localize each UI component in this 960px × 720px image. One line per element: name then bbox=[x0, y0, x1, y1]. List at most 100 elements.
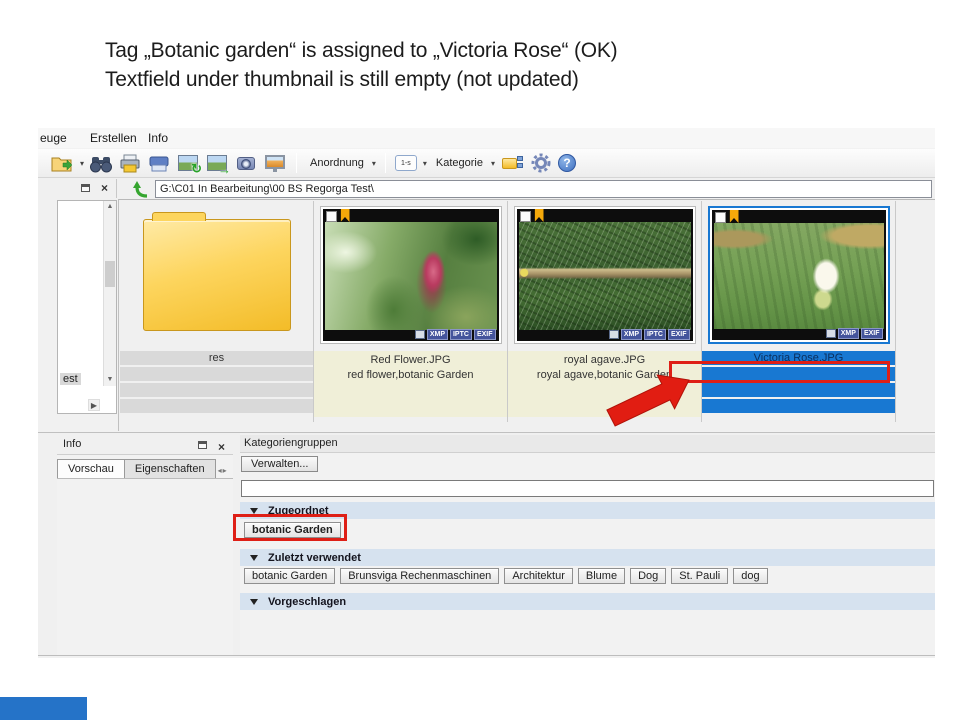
tab-vorschau[interactable]: Vorschau bbox=[57, 459, 125, 478]
export-arrow-glyph: → bbox=[218, 162, 232, 177]
thumbnail-matte: XMP IPTC EXIF bbox=[322, 209, 499, 341]
tree-item-partial[interactable]: est bbox=[60, 373, 81, 385]
tree-vertical-scrollbar[interactable]: ▲ ▼ bbox=[103, 201, 116, 386]
thumbnail-mini-icon bbox=[608, 330, 619, 339]
anordnung-dropdown-label[interactable]: Anordnung bbox=[310, 157, 364, 169]
thumbnail-frame-selected: XMP EXIF bbox=[707, 206, 890, 344]
settings-gear-icon[interactable] bbox=[529, 152, 553, 174]
camera-import-icon[interactable] bbox=[234, 152, 258, 174]
thumbnail-cell-red-flower[interactable]: XMP IPTC EXIF Red Flower.JPG red flower,… bbox=[314, 201, 508, 422]
thumbnail-cell-res[interactable]: res bbox=[120, 201, 314, 422]
kategorie-dropdown-label[interactable]: Kategorie bbox=[436, 157, 483, 169]
folder-caption-rows: res bbox=[120, 351, 313, 415]
metadata-badges: XMP EXIF bbox=[825, 328, 883, 339]
folder-name-label: res bbox=[120, 351, 313, 365]
menu-item-werkzeuge[interactable]: euge bbox=[40, 131, 67, 145]
search-binoculars-icon[interactable] bbox=[89, 152, 113, 174]
address-path-input[interactable] bbox=[155, 180, 932, 198]
category-groups-panel: Kategoriengruppen Verwalten... Zugeordne… bbox=[240, 435, 935, 655]
caption-empty-row bbox=[120, 383, 313, 397]
thumbnail-cell-victoria-rose[interactable]: XMP EXIF Victoria Rose.JPG bbox=[702, 201, 896, 422]
info-panel: Info × Vorschau Eigenschaften ◂ ▸ bbox=[57, 435, 233, 655]
info-tabs: Vorschau Eigenschaften ◂ ▸ bbox=[57, 455, 233, 478]
image-name-label: Red Flower.JPG bbox=[370, 354, 451, 366]
category-search-input[interactable] bbox=[241, 480, 934, 497]
tag-chip[interactable]: botanic Garden bbox=[244, 568, 336, 584]
exif-badge: EXIF bbox=[667, 329, 690, 340]
category-folder-icon[interactable] bbox=[500, 152, 524, 174]
section-zuletzt-verwendet[interactable]: Zuletzt verwendet bbox=[240, 549, 935, 566]
thumbnail-browser: res XMP IPTC EXIF Red Flower.JPG red flo… bbox=[118, 199, 935, 431]
collapse-arrow-icon bbox=[250, 507, 258, 514]
section-vorgeschlagen[interactable]: Vorgeschlagen bbox=[240, 593, 935, 610]
iptc-badge: IPTC bbox=[643, 329, 666, 340]
recent-tags-row: botanic Garden Brunsviga Rechenmaschinen… bbox=[244, 568, 768, 584]
caption-empty-row bbox=[702, 383, 895, 397]
xmp-badge: XMP bbox=[620, 329, 642, 340]
tag-chip[interactable]: St. Pauli bbox=[671, 568, 729, 584]
scroll-up-icon[interactable]: ▲ bbox=[104, 201, 116, 213]
sort-order-dropdown-icon[interactable]: ▾ bbox=[423, 159, 427, 168]
close-panel-icon[interactable]: × bbox=[101, 181, 108, 195]
thumbnail-matte: XMP EXIF bbox=[711, 210, 886, 340]
info-panel-content bbox=[57, 478, 233, 655]
exif-badge: EXIF bbox=[860, 328, 883, 339]
scan-print-icon[interactable] bbox=[147, 152, 171, 174]
menu-item-erstellen[interactable]: Erstellen bbox=[90, 131, 137, 145]
xmp-badge: XMP bbox=[426, 329, 448, 340]
thumbnail-mini-icon bbox=[825, 329, 836, 338]
annotation-text: Tag „Botanic garden“ is assigned to „Vic… bbox=[105, 36, 618, 94]
category-plug bbox=[516, 156, 524, 169]
image-thumbwrap: XMP IPTC EXIF bbox=[508, 201, 701, 349]
thumbnail-checkbox[interactable] bbox=[714, 212, 726, 223]
bottom-dock: Info × Vorschau Eigenschaften ◂ ▸ Katego… bbox=[38, 432, 935, 656]
tag-chip[interactable]: Dog bbox=[630, 568, 667, 584]
bookmark-flag-icon[interactable] bbox=[340, 209, 350, 222]
scroll-thumb[interactable] bbox=[105, 261, 115, 287]
caption-empty-row bbox=[702, 399, 895, 413]
menu-item-info[interactable]: Info bbox=[148, 131, 168, 145]
annotation-line-1: Tag „Botanic garden“ is assigned to „Vic… bbox=[105, 39, 618, 62]
thumbnail-frame: XMP IPTC EXIF bbox=[513, 206, 696, 344]
collapse-arrow-icon bbox=[250, 554, 258, 561]
tag-chip[interactable]: dog bbox=[733, 568, 768, 584]
tab-scroll-right-icon[interactable]: ▸ bbox=[223, 466, 227, 475]
zuletzt-verwendet-label: Zuletzt verwendet bbox=[268, 551, 361, 564]
red-arrow-annotation bbox=[597, 374, 693, 435]
thumbnail-checkbox[interactable] bbox=[519, 211, 531, 222]
scroll-right-icon[interactable]: ▶ bbox=[88, 399, 100, 411]
app-window: euge Erstellen Info ▾ ↻ → Anordnung ▾ 1-… bbox=[38, 128, 935, 658]
bookmark-flag-icon[interactable] bbox=[729, 210, 739, 223]
export-image-icon[interactable]: → bbox=[205, 152, 232, 177]
toolbar-separator bbox=[296, 153, 298, 173]
image-tags-label[interactable]: red flower,botanic Garden bbox=[314, 368, 507, 383]
print-icon[interactable] bbox=[118, 152, 142, 174]
open-folder-icon[interactable] bbox=[50, 152, 74, 174]
float-panel-icon[interactable] bbox=[81, 184, 90, 192]
thumbnail-checkbox[interactable] bbox=[325, 211, 337, 222]
kategorie-dropdown-icon[interactable]: ▾ bbox=[491, 159, 495, 168]
category-panel-title: Kategoriengruppen bbox=[240, 435, 935, 453]
caption-empty-row bbox=[120, 399, 313, 413]
scroll-down-icon[interactable]: ▼ bbox=[104, 374, 116, 386]
tag-chip[interactable]: Blume bbox=[577, 568, 626, 584]
slideshow-icon[interactable] bbox=[263, 152, 287, 174]
float-panel-icon[interactable] bbox=[198, 441, 207, 449]
bookmark-flag-icon[interactable] bbox=[534, 209, 544, 222]
info-panel-title: Info bbox=[63, 438, 82, 450]
sort-order-icon[interactable]: 1-s bbox=[394, 155, 417, 171]
royal-agave-photo bbox=[518, 222, 691, 330]
folder-up-icon[interactable] bbox=[131, 179, 151, 199]
tab-eigenschaften[interactable]: Eigenschaften bbox=[124, 459, 216, 478]
xmp-badge: XMP bbox=[837, 328, 859, 339]
help-icon[interactable]: ? bbox=[557, 154, 576, 172]
tag-chip[interactable]: Architektur bbox=[504, 568, 573, 584]
address-row: × bbox=[38, 178, 935, 200]
open-folder-dropdown-icon[interactable]: ▾ bbox=[80, 159, 84, 168]
tab-scroll-left-icon[interactable]: ◂ bbox=[218, 466, 222, 475]
refresh-image-icon[interactable]: ↻ bbox=[176, 152, 202, 176]
verwalten-button[interactable]: Verwalten... bbox=[241, 456, 319, 472]
image-caption: Red Flower.JPG red flower,botanic Garden bbox=[314, 351, 507, 417]
anordnung-dropdown-icon[interactable]: ▾ bbox=[372, 159, 376, 168]
tag-chip[interactable]: Brunsviga Rechenmaschinen bbox=[340, 568, 500, 584]
